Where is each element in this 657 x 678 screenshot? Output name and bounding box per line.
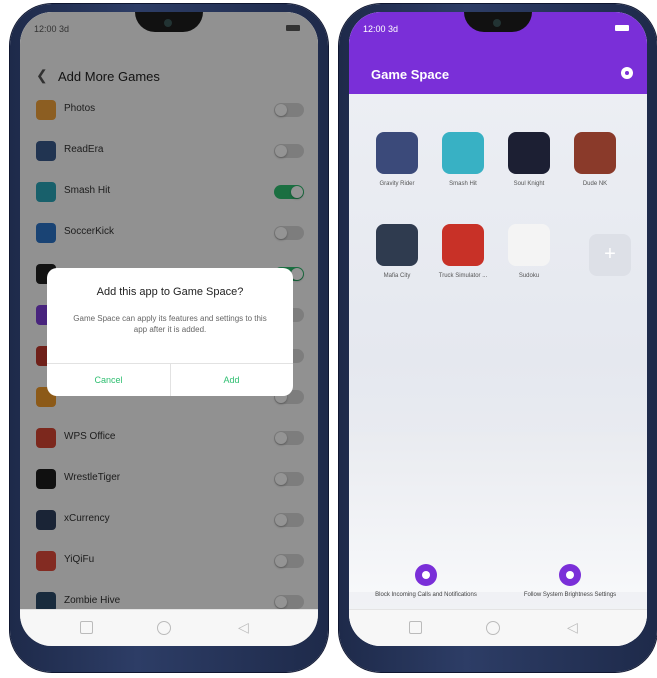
game-name: Dude NK <box>582 181 608 187</box>
brightness-icon <box>559 564 581 586</box>
game-icon <box>376 132 418 174</box>
right-phone-frame: 12:00 3d Game Space Gravity Rider Smash H… <box>339 4 657 672</box>
front-camera-notch <box>135 12 203 32</box>
game-icon <box>508 224 550 266</box>
game-icon <box>508 132 550 174</box>
add-button[interactable]: Add <box>170 364 293 396</box>
game-name: Soul Knight <box>513 181 545 187</box>
game-name: Gravity Rider <box>379 181 415 187</box>
game-icon <box>574 132 616 174</box>
battery-icon <box>286 25 300 31</box>
game-icon <box>442 224 484 266</box>
back-nav-icon[interactable]: ◁ <box>567 620 578 634</box>
cancel-button[interactable]: Cancel <box>47 364 171 396</box>
game-space-header: Game Space <box>349 56 647 94</box>
feature-label: Block Incoming Calls and Notifications <box>375 592 477 598</box>
game-name: Mafia City <box>383 273 411 279</box>
block-calls-toggle[interactable]: Block Incoming Calls and Notifications <box>351 564 501 598</box>
game-name: Smash Hit <box>449 181 477 187</box>
recent-apps-icon[interactable] <box>80 621 93 634</box>
front-camera-notch <box>464 12 532 32</box>
dialog-buttons: Cancel Add <box>47 363 293 396</box>
game-name: Sudoku <box>518 273 540 279</box>
add-app-dialog: Add this app to Game Space? Game Space c… <box>47 268 293 396</box>
status-time: 12:00 3d <box>363 24 399 34</box>
navigation-bar: ◁ <box>349 609 647 646</box>
left-screen: 12:00 3d ❮ Add More Games Photos ReadEra S… <box>20 12 318 646</box>
add-game-button[interactable]: + <box>589 234 631 276</box>
recent-apps-icon[interactable] <box>409 621 422 634</box>
game-tile[interactable]: Soul Knight <box>499 132 559 188</box>
game-tile[interactable]: Mafia City <box>367 224 427 280</box>
dialog-title: Add this app to Game Space? <box>96 286 244 298</box>
game-icon <box>442 132 484 174</box>
game-icon <box>376 224 418 266</box>
game-tile[interactable]: Sudoku <box>499 224 559 280</box>
home-icon[interactable] <box>157 621 171 635</box>
brightness-toggle[interactable]: Follow System Brightness Settings <box>495 564 645 598</box>
status-time: 12:00 3d <box>34 24 70 34</box>
dialog-message: Game Space can apply its features and se… <box>73 314 267 334</box>
left-phone-frame: 12:00 3d ❮ Add More Games Photos ReadEra S… <box>10 4 328 672</box>
home-icon[interactable] <box>486 621 500 635</box>
game-tile[interactable]: Smash Hit <box>433 132 493 188</box>
plus-icon: + <box>604 243 616 265</box>
game-tile[interactable]: Dude NK <box>565 132 625 188</box>
game-tile[interactable]: Truck Simulator ... <box>433 224 493 280</box>
game-tile[interactable]: Gravity Rider <box>367 132 427 188</box>
game-name: Truck Simulator ... <box>438 273 488 279</box>
back-nav-icon[interactable]: ◁ <box>238 620 249 634</box>
feature-label: Follow System Brightness Settings <box>523 592 617 598</box>
navigation-bar: ◁ <box>20 609 318 646</box>
settings-gear-icon[interactable] <box>621 67 633 79</box>
page-title: Game Space <box>371 67 450 82</box>
phone-block-icon <box>415 564 437 586</box>
right-screen: 12:00 3d Game Space Gravity Rider Smash H… <box>349 12 647 646</box>
battery-icon <box>615 25 629 31</box>
